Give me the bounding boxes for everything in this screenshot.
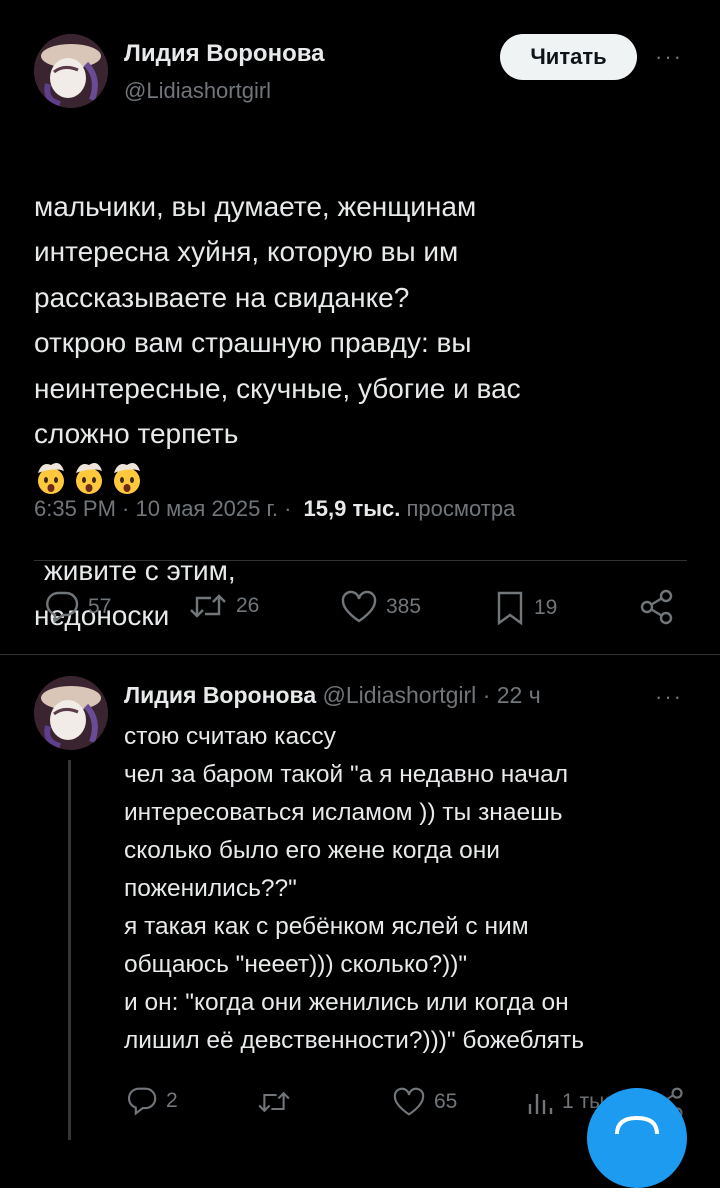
compose-fab[interactable] bbox=[587, 1088, 687, 1188]
exploding-head-emoji bbox=[76, 462, 102, 494]
like-count: 385 bbox=[386, 595, 422, 618]
exploding-head-emoji bbox=[38, 462, 64, 494]
reply-text: стою считаю кассу чел за баром такой "а … bbox=[124, 723, 585, 1054]
thread-line bbox=[68, 760, 71, 1140]
tweet-timestamp[interactable]: 6:35 PM · 10 мая 2025 г. · bbox=[34, 496, 291, 521]
reply-author-name[interactable]: Лидия Воронова bbox=[124, 682, 316, 708]
reply-button[interactable]: 57 bbox=[44, 590, 111, 624]
bookmark-icon bbox=[497, 591, 523, 626]
reply-icon bbox=[46, 591, 79, 624]
share-icon bbox=[640, 589, 673, 625]
reply-header: Лидия Воронова @Lidiashortgirl · 22 ч bbox=[124, 682, 541, 709]
reply-like-count: 65 bbox=[434, 1090, 458, 1113]
author-name[interactable]: Лидия Воронова bbox=[124, 40, 325, 68]
views-count: 15,9 тыс. bbox=[303, 496, 401, 521]
reply-avatar[interactable] bbox=[34, 676, 108, 750]
bookmark-button[interactable]: 19 bbox=[494, 590, 557, 626]
tweet-text: мальчики, вы думаете, женщинам интересна… bbox=[34, 138, 694, 639]
heart-icon bbox=[341, 590, 377, 623]
tweet-meta: 6:35 PM · 10 мая 2025 г. · 15,9 тыс. про… bbox=[34, 496, 515, 522]
reply-repost-button[interactable] bbox=[256, 1088, 300, 1116]
reply-timestamp[interactable]: · 22 ч bbox=[483, 682, 541, 708]
repost-icon bbox=[190, 594, 226, 618]
share-button[interactable] bbox=[638, 588, 676, 626]
emoji-group bbox=[34, 462, 144, 495]
reply-reply-button[interactable]: 2 bbox=[126, 1086, 178, 1116]
reply-count: 57 bbox=[88, 595, 112, 618]
reply-like-button[interactable]: 65 bbox=[392, 1087, 457, 1117]
like-button[interactable]: 385 bbox=[340, 590, 421, 624]
author-handle[interactable]: @Lidiashortgirl bbox=[124, 78, 271, 104]
divider bbox=[0, 654, 720, 655]
views-icon bbox=[528, 1094, 553, 1114]
reply-reply-count: 2 bbox=[166, 1089, 178, 1112]
avatar[interactable] bbox=[34, 34, 108, 108]
compose-icon bbox=[615, 1115, 659, 1135]
repost-button[interactable]: 26 bbox=[188, 590, 259, 622]
follow-button[interactable]: Читать bbox=[500, 34, 637, 80]
exploding-head-emoji bbox=[114, 462, 140, 494]
repost-count: 26 bbox=[236, 594, 260, 617]
divider bbox=[34, 560, 687, 561]
more-options-icon[interactable]: ··· bbox=[655, 44, 683, 70]
reply-more-options-icon[interactable]: ··· bbox=[655, 684, 683, 710]
views-label: просмотра bbox=[406, 496, 516, 521]
reply-author-handle[interactable]: @Lidiashortgirl bbox=[323, 682, 477, 708]
reply-icon bbox=[127, 1087, 157, 1116]
bookmark-count: 19 bbox=[534, 596, 558, 619]
tweet-text-body: мальчики, вы думаете, женщинам интересна… bbox=[34, 190, 521, 450]
heart-icon bbox=[393, 1087, 425, 1116]
repost-icon bbox=[258, 1091, 290, 1113]
